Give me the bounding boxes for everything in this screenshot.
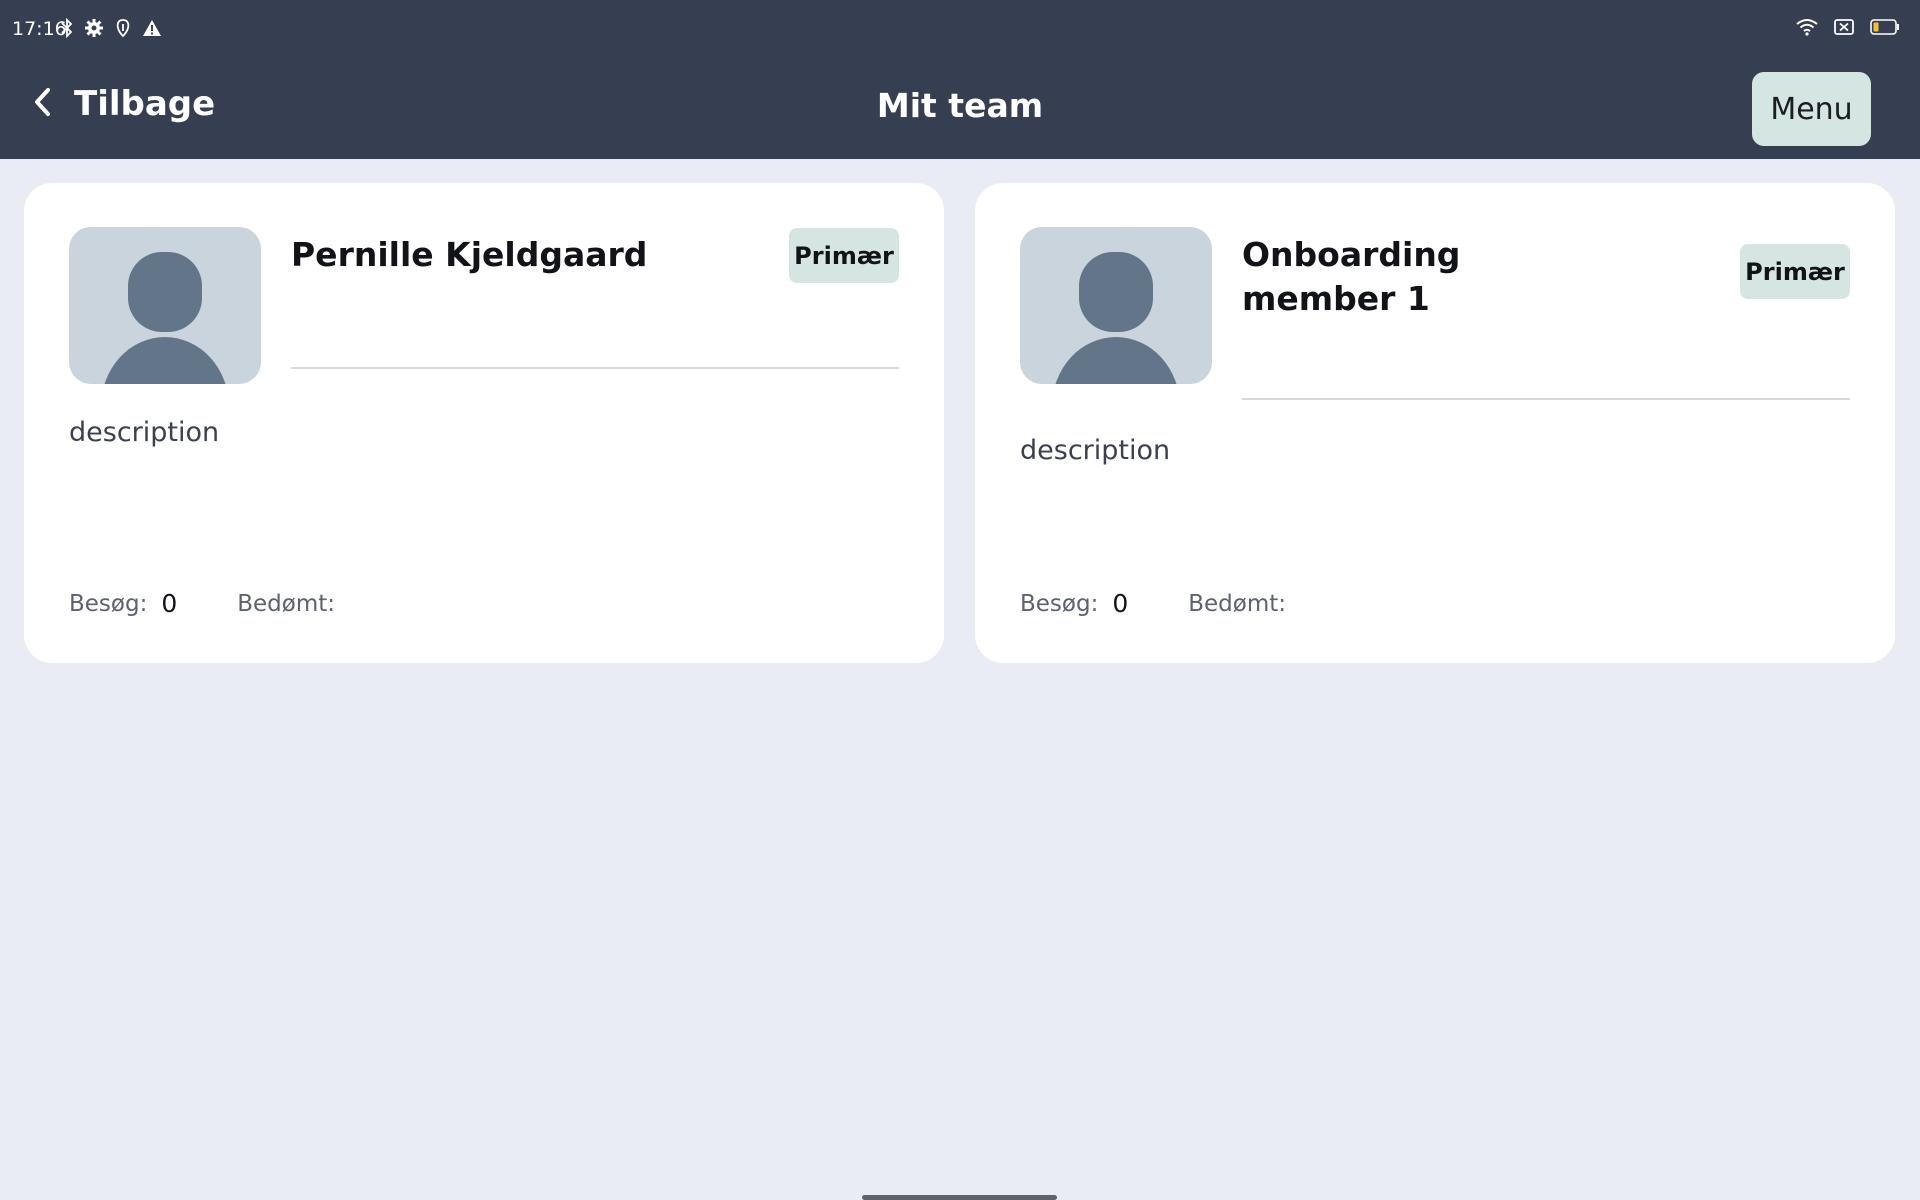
visits-label: Besøg: — [1020, 590, 1099, 617]
wifi-icon — [1796, 18, 1818, 40]
home-indicator[interactable] — [862, 1195, 1057, 1200]
bluetooth-icon — [60, 17, 74, 42]
status-right-icons — [1796, 18, 1900, 40]
status-time: 17:16 — [12, 18, 67, 40]
member-name: Onboarding member 1 — [1242, 235, 1461, 318]
person-placeholder-icon — [1055, 252, 1177, 384]
primary-badge: Primær — [789, 228, 899, 283]
battery-low-icon — [1870, 19, 1900, 39]
member-description: description — [69, 417, 220, 448]
member-description: description — [1020, 435, 1171, 466]
rated-label: Bedømt: — [1188, 590, 1287, 617]
member-stats: Besøg: 0 Bedømt: — [69, 589, 349, 618]
divider — [1242, 398, 1850, 400]
vpn-key-icon — [114, 18, 132, 42]
avatar — [1020, 227, 1212, 384]
person-placeholder-icon — [104, 252, 226, 384]
status-bar: 17:16 — [0, 0, 1920, 60]
menu-button[interactable]: Menu — [1752, 72, 1871, 146]
primary-badge: Primær — [1740, 244, 1850, 299]
team-member-card[interactable]: Onboarding member 1 Primær description B… — [975, 183, 1895, 663]
settings-gear-icon — [84, 18, 104, 42]
status-left-icons — [60, 17, 162, 42]
sim-x-icon — [1834, 19, 1854, 39]
visits-value: 0 — [1112, 589, 1129, 618]
visits-value: 0 — [161, 589, 178, 618]
navigation-bar: Tilbage Mit team Menu — [0, 60, 1920, 159]
visits-label: Besøg: — [69, 590, 148, 617]
warning-icon — [142, 19, 162, 41]
divider — [291, 367, 899, 369]
rated-label: Bedømt: — [237, 590, 336, 617]
page-title: Mit team — [876, 86, 1044, 125]
member-name: Pernille Kjeldgaard — [291, 235, 648, 274]
app-header: 17:16 Tilbage Mit team Menu — [0, 0, 1920, 159]
member-stats: Besøg: 0 Bedømt: — [1020, 589, 1300, 618]
team-member-card[interactable]: Pernille Kjeldgaard Primær description B… — [24, 183, 944, 663]
avatar — [69, 227, 261, 384]
